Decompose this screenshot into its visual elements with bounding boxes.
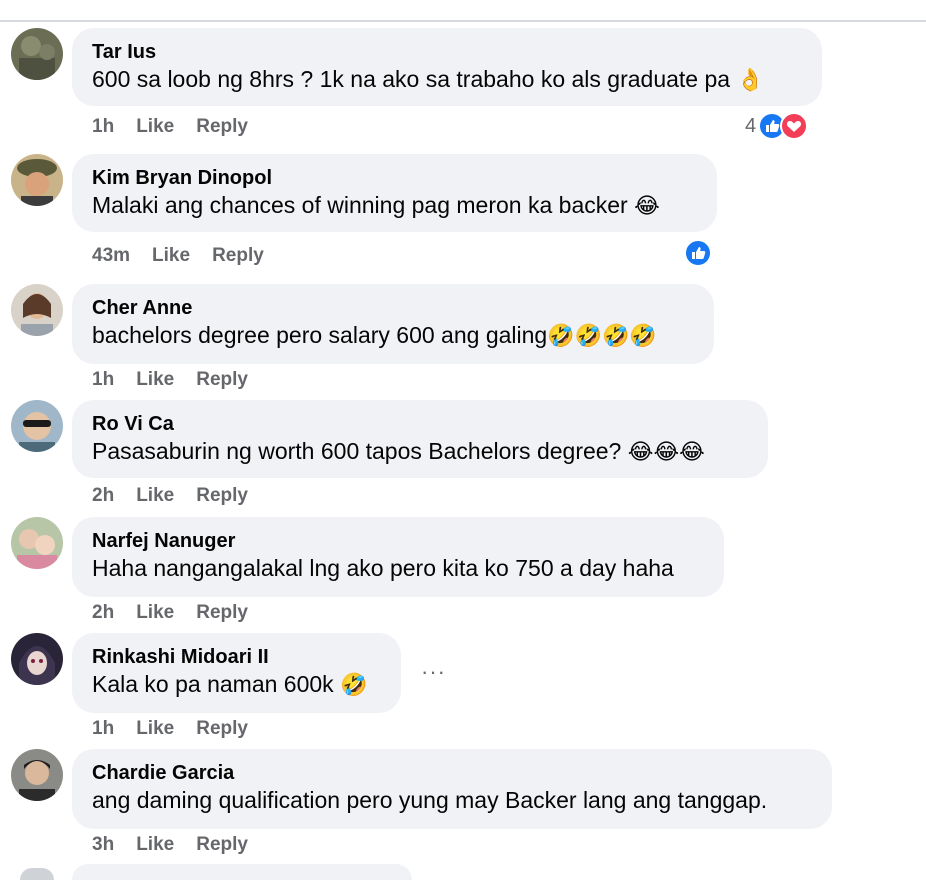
comment-time[interactable]: 1h <box>92 369 114 391</box>
comment-actions: 1h Like Reply <box>92 116 248 138</box>
avatar[interactable] <box>11 400 63 452</box>
reaction-summary[interactable] <box>684 239 712 267</box>
comment-time[interactable]: 3h <box>92 834 114 856</box>
rofl-emoji: 🤣🤣🤣🤣 <box>547 324 657 349</box>
comment-author[interactable]: Ro Vi Ca <box>92 411 749 437</box>
reply-button[interactable]: Reply <box>196 485 248 507</box>
comment-author[interactable]: Rinkashi Midoari II <box>92 644 382 670</box>
comment-time[interactable]: 2h <box>92 485 114 507</box>
next-comment-avatar <box>20 868 54 880</box>
comment-body: Pasasaburin ng worth 600 tapos Bachelors… <box>92 438 628 464</box>
avatar[interactable] <box>11 749 63 801</box>
ok-hand-emoji: 👌 <box>736 68 764 93</box>
next-comment-bubble <box>72 864 412 880</box>
comment-actions: 1h Like Reply <box>92 369 248 391</box>
comment-bubble: Kim Bryan Dinopol Malaki ang chances of … <box>72 154 717 232</box>
reply-button[interactable]: Reply <box>196 116 248 138</box>
comment-bubble: Narfej Nanuger Haha nangangalakal lng ak… <box>72 517 724 597</box>
comment-text: bachelors degree pero salary 600 ang gal… <box>92 321 695 351</box>
avatar[interactable] <box>11 154 63 206</box>
comment-bubble: Cher Anne bachelors degree pero salary 6… <box>72 284 714 364</box>
more-options-icon[interactable]: ··· <box>421 659 446 685</box>
reaction-summary[interactable]: 4 <box>745 112 809 140</box>
comment-author[interactable]: Narfej Nanuger <box>92 528 705 554</box>
rofl-emoji: 🤣 <box>340 673 368 698</box>
reaction-count: 4 <box>745 114 757 137</box>
comment-bubble: Chardie Garcia ang daming qualification … <box>72 749 832 829</box>
comment-text: ang daming qualification pero yung may B… <box>92 786 813 815</box>
comment-body: ang daming qualification pero yung may B… <box>92 787 768 813</box>
comment-text: Haha nangangalakal lng ako pero kita ko … <box>92 554 705 583</box>
avatar[interactable] <box>11 284 63 336</box>
like-button[interactable]: Like <box>136 602 174 624</box>
laughing-emoji: 😂😂😂 <box>627 440 705 465</box>
comment-actions: 2h Like Reply <box>92 485 248 507</box>
comment-time[interactable]: 1h <box>92 718 114 740</box>
like-button[interactable]: Like <box>136 834 174 856</box>
like-icon <box>684 239 712 267</box>
comment-bubble: Ro Vi Ca Pasasaburin ng worth 600 tapos … <box>72 400 768 478</box>
avatar[interactable] <box>11 517 63 569</box>
like-button[interactable]: Like <box>136 718 174 740</box>
comment-time[interactable]: 2h <box>92 602 114 624</box>
comment-actions: 43m Like Reply <box>92 245 264 267</box>
reply-button[interactable]: Reply <box>196 718 248 740</box>
comment-time[interactable]: 1h <box>92 116 114 138</box>
love-icon <box>780 112 809 140</box>
reply-button[interactable]: Reply <box>196 834 248 856</box>
reply-button[interactable]: Reply <box>196 369 248 391</box>
comment-body: bachelors degree pero salary 600 ang gal… <box>92 322 548 348</box>
laughing-emoji: 😂 <box>634 194 660 219</box>
comment-text: Kala ko pa naman 600k 🤣 <box>92 670 382 700</box>
avatar[interactable] <box>11 28 63 80</box>
comment-author[interactable]: Kim Bryan Dinopol <box>92 165 698 191</box>
comment-author[interactable]: Tar Ius <box>92 39 803 65</box>
comment-text: Pasasaburin ng worth 600 tapos Bachelors… <box>92 437 749 467</box>
like-button[interactable]: Like <box>136 369 174 391</box>
avatar[interactable] <box>11 633 63 685</box>
comment-author[interactable]: Cher Anne <box>92 295 695 321</box>
reply-button[interactable]: Reply <box>212 245 264 267</box>
comment-body: Kala ko pa naman 600k <box>92 671 341 697</box>
comment-body: 600 sa loob ng 8hrs ? 1k na ako sa traba… <box>92 66 737 92</box>
comment-actions: 3h Like Reply <box>92 834 248 856</box>
like-button[interactable]: Like <box>152 245 190 267</box>
comment-body: Haha nangangalakal lng ako pero kita ko … <box>92 555 674 581</box>
like-button[interactable]: Like <box>136 485 174 507</box>
like-button[interactable]: Like <box>136 116 174 138</box>
comment-bubble: Tar Ius 600 sa loob ng 8hrs ? 1k na ako … <box>72 28 822 106</box>
comment-bubble: Rinkashi Midoari II Kala ko pa naman 600… <box>72 633 401 713</box>
comment-text: 600 sa loob ng 8hrs ? 1k na ako sa traba… <box>92 65 803 95</box>
top-divider <box>0 20 926 22</box>
comment-body: Malaki ang chances of winning pag meron … <box>92 192 635 218</box>
comment-actions: 1h Like Reply <box>92 718 248 740</box>
comment-text: Malaki ang chances of winning pag meron … <box>92 191 698 221</box>
reply-button[interactable]: Reply <box>196 602 248 624</box>
comment-time[interactable]: 43m <box>92 245 130 267</box>
comment-author[interactable]: Chardie Garcia <box>92 760 813 786</box>
comment-actions: 2h Like Reply <box>92 602 248 624</box>
